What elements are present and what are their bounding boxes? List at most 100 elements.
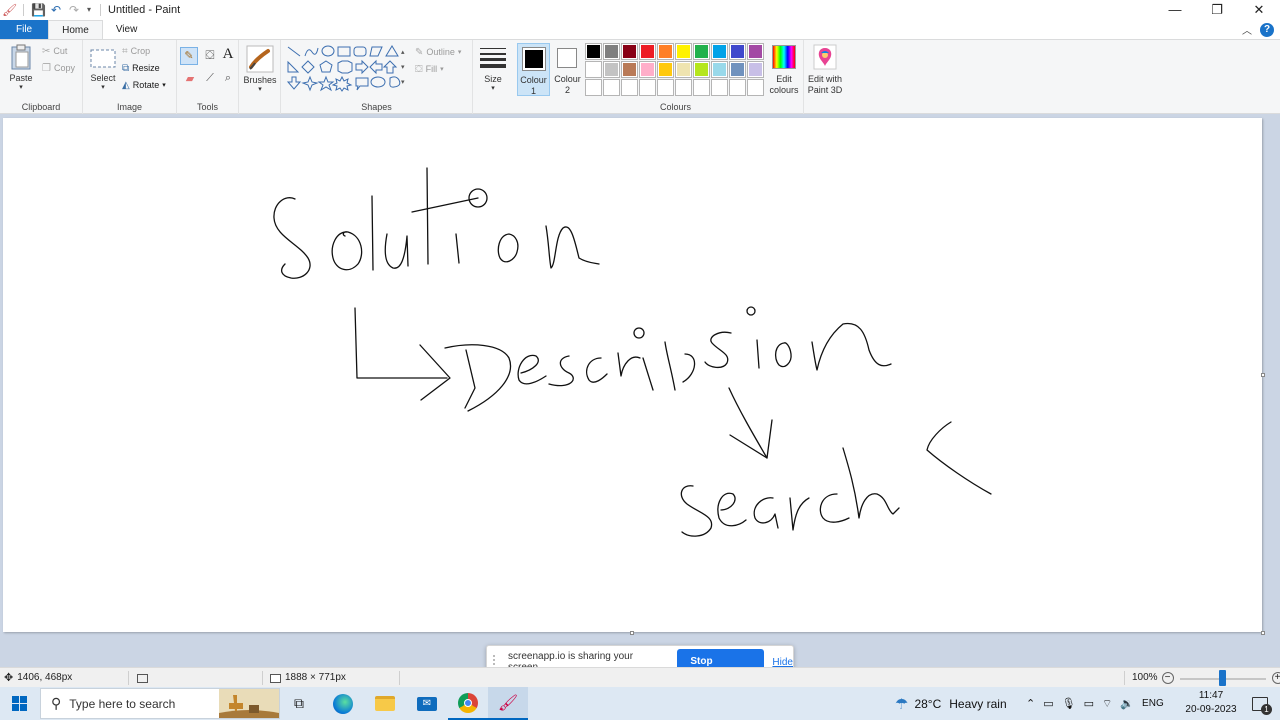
custom-colour-slot[interactable]: [639, 79, 656, 96]
copy-label: Copy: [53, 63, 75, 73]
colour-swatch[interactable]: [747, 43, 764, 60]
brushes-button[interactable]: Brushes ▾: [243, 44, 277, 96]
collapse-ribbon-icon[interactable]: ︿: [1242, 22, 1252, 37]
start-button[interactable]: [0, 687, 40, 720]
pencil-tool[interactable]: ✎: [180, 47, 198, 65]
custom-colour-slot[interactable]: [747, 79, 764, 96]
outline-button[interactable]: ✎ Outline ▾: [415, 45, 461, 59]
paste-button[interactable]: Paste ▾: [6, 44, 36, 94]
mail-button[interactable]: ✉: [408, 687, 446, 720]
tab-file[interactable]: File: [0, 20, 49, 39]
close-button[interactable]: ✕: [1238, 0, 1280, 20]
hide-link[interactable]: Hide: [772, 657, 793, 668]
colour-swatch[interactable]: [729, 43, 746, 60]
colour-swatch[interactable]: [729, 61, 746, 78]
colour-swatch[interactable]: [675, 43, 692, 60]
colour-swatch[interactable]: [747, 61, 764, 78]
meet-now-icon[interactable]: ▭: [1043, 697, 1053, 710]
zoom-slider[interactable]: [1179, 670, 1266, 686]
chrome-button[interactable]: [448, 687, 488, 720]
colour-swatch[interactable]: [621, 43, 638, 60]
help-icon[interactable]: ?: [1260, 22, 1274, 37]
brushes-dropdown-icon: ▾: [258, 86, 262, 93]
canvas-resize-handle-corner[interactable]: [1261, 631, 1265, 635]
custom-colour-slot[interactable]: [693, 79, 710, 96]
colour-swatch[interactable]: [693, 61, 710, 78]
paint-3d-button[interactable]: Edit with Paint 3D: [804, 43, 846, 96]
restore-button[interactable]: ❐: [1196, 0, 1238, 20]
taskbar-search-input[interactable]: ⚲ Type here to search: [40, 688, 280, 719]
cut-button[interactable]: ✂ Cut: [42, 44, 67, 58]
chevron-up-icon[interactable]: ⌃: [1026, 697, 1035, 710]
fill-bucket-icon[interactable]: ⛋: [202, 48, 218, 63]
custom-colour-slot[interactable]: [729, 79, 746, 96]
colour-swatch[interactable]: [711, 61, 728, 78]
edit-colours-button[interactable]: Edit colours: [767, 43, 801, 96]
shapes-scroll[interactable]: ▴ ▾ ▾: [401, 45, 405, 90]
size-button[interactable]: Size ▾: [477, 44, 509, 96]
custom-colour-slot[interactable]: [603, 79, 620, 96]
microphone-icon[interactable]: 🎙: [1062, 697, 1076, 710]
canvas-resize-handle-bottom[interactable]: [630, 631, 634, 635]
colour-swatch[interactable]: [585, 43, 602, 60]
edge-button[interactable]: [324, 687, 362, 720]
colour-swatch[interactable]: [621, 61, 638, 78]
customize-qat-icon[interactable]: ▾: [85, 3, 93, 17]
colour-swatch[interactable]: [675, 61, 692, 78]
paint-app-icon[interactable]: 🖌: [2, 3, 17, 17]
notifications-button[interactable]: 1: [1246, 687, 1274, 720]
colour-swatch[interactable]: [657, 43, 674, 60]
colour-swatch[interactable]: [711, 43, 728, 60]
minimize-button[interactable]: —: [1154, 0, 1196, 20]
task-view-button[interactable]: ⧉: [284, 687, 314, 720]
shapes-gallery[interactable]: [286, 44, 406, 94]
zoom-in-button[interactable]: +: [1271, 672, 1280, 684]
zoom-out-button[interactable]: −: [1161, 672, 1174, 684]
zoom-slider-thumb[interactable]: [1219, 670, 1227, 686]
copy-button[interactable]: ❐ Copy: [42, 61, 75, 75]
resize-button[interactable]: ⧉ Resize: [122, 61, 160, 75]
colour-2-button[interactable]: Colour 2: [551, 43, 584, 96]
clock[interactable]: 11:47 20-09-2023: [1182, 689, 1240, 717]
battery-icon[interactable]: ▭: [1084, 697, 1094, 710]
tab-home[interactable]: Home: [48, 20, 103, 39]
colour-swatch[interactable]: [693, 43, 710, 60]
crop-button[interactable]: ⌗ Crop: [122, 44, 150, 58]
colour-swatch[interactable]: [657, 61, 674, 78]
colour-swatch[interactable]: [639, 43, 656, 60]
custom-colour-slot[interactable]: [675, 79, 692, 96]
file-explorer-button[interactable]: [366, 687, 404, 720]
custom-colour-slot[interactable]: [657, 79, 674, 96]
redo-icon[interactable]: ↷: [67, 3, 81, 17]
clock-time: 11:47: [1198, 690, 1224, 701]
custom-colour-slot[interactable]: [711, 79, 728, 96]
paint-taskbar-button[interactable]: 🖌: [488, 687, 528, 720]
rotate-button[interactable]: ◭ Rotate ▾: [122, 78, 166, 92]
colour-swatch[interactable]: [603, 43, 620, 60]
canvas-resize-handle-right[interactable]: [1261, 373, 1265, 377]
language-indicator[interactable]: ENG: [1142, 698, 1164, 709]
custom-colour-slot[interactable]: [621, 79, 638, 96]
wifi-icon[interactable]: ⌔: [1102, 697, 1112, 711]
pencil-icon: ✎: [184, 50, 194, 62]
select-label: Select: [90, 73, 116, 83]
color-picker-icon[interactable]: ⟋: [202, 72, 218, 85]
volume-icon[interactable]: 🔉: [1120, 697, 1134, 710]
weather-widget[interactable]: ☂ 28°C Heavy rain: [895, 687, 1007, 720]
colour-swatch[interactable]: [585, 61, 602, 78]
colour-swatch[interactable]: [603, 61, 620, 78]
fill-label: Fill: [425, 64, 438, 74]
undo-icon[interactable]: ↶: [49, 3, 63, 17]
magnifier-icon[interactable]: ⌕: [220, 72, 236, 85]
eraser-icon[interactable]: ▰: [182, 72, 198, 85]
colour-1-button[interactable]: Colour 1: [517, 43, 550, 96]
save-icon[interactable]: 💾: [31, 3, 46, 17]
colour-swatch[interactable]: [639, 61, 656, 78]
shapes-group: ▴ ▾ ▾ ✎ Outline ▾ ⛋ Fill ▾ Shapes: [281, 40, 473, 114]
fill-button[interactable]: ⛋ Fill ▾: [415, 62, 444, 76]
tab-view[interactable]: View: [103, 20, 151, 39]
custom-colour-slot[interactable]: [585, 79, 602, 96]
select-button[interactable]: Select ▾: [87, 44, 119, 94]
text-tool-icon[interactable]: A: [220, 46, 236, 63]
drawing-canvas[interactable]: [3, 118, 1265, 635]
